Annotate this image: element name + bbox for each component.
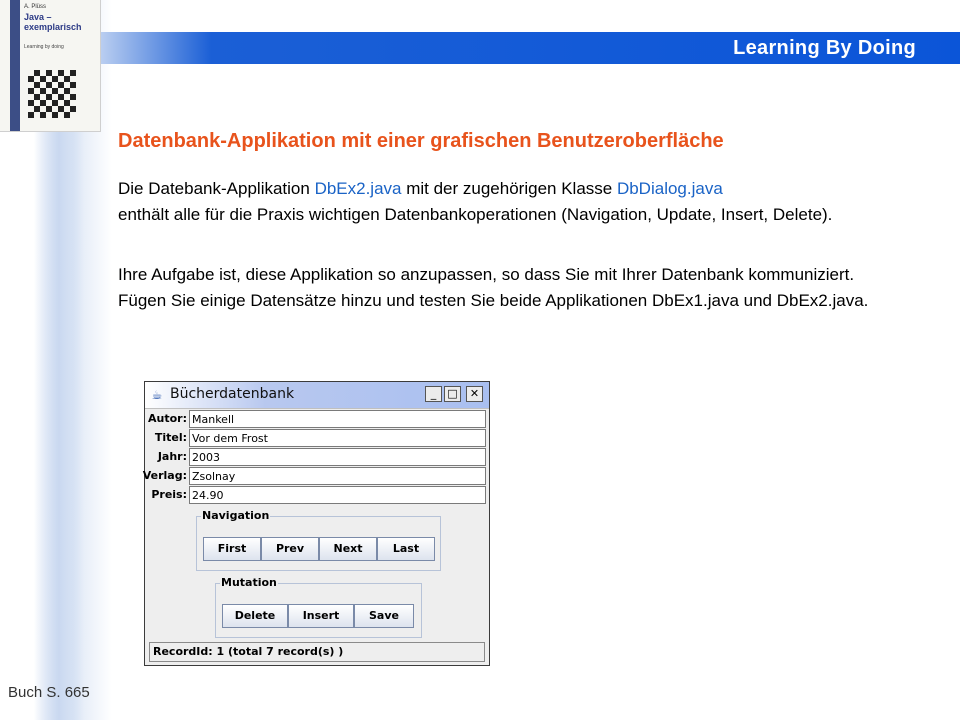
link-dbdialog[interactable]: DbDialog.java <box>617 179 723 198</box>
paragraph-task: Ihre Aufgabe ist, diese Applikation so a… <box>118 265 869 310</box>
status-bar: RecordId: 1 (total 7 record(s) ) <box>149 642 485 662</box>
form-row-verlag: Verlag: Zsolnay <box>143 467 491 485</box>
prev-button[interactable]: Prev <box>261 537 319 561</box>
mutation-group: Mutation Delete Insert Save <box>215 576 422 638</box>
form-row-titel: Titel: Vor dem Frost <box>145 429 491 447</box>
book-title-line1: Java – <box>24 12 52 22</box>
book-subtitle: Learning by doing <box>24 44 64 50</box>
form-row-autor: Autor: Mankell <box>145 410 491 428</box>
field-input-autor[interactable]: Mankell <box>189 410 486 428</box>
chessboard-illustration <box>28 70 76 118</box>
paragraph-intro: Die Datebank-Applikation DbEx2.java mit … <box>118 176 898 228</box>
field-input-jahr[interactable]: 2003 <box>189 448 486 466</box>
book-spine <box>10 0 20 131</box>
slide-title: Datenbank-Applikation mit einer grafisch… <box>118 130 724 152</box>
intro-text-3: enthält alle für die Praxis wichtigen Da… <box>118 205 833 224</box>
window-title: Bücherdatenbank <box>170 386 295 402</box>
insert-button[interactable]: Insert <box>288 604 354 628</box>
intro-text-1: Die Datebank-Applikation <box>118 179 315 198</box>
navigation-group-label: Navigation <box>201 509 271 522</box>
maximize-button[interactable]: □ <box>444 386 461 402</box>
window-titlebar[interactable]: ☕ Bücherdatenbank _ □ ✕ <box>145 382 489 409</box>
field-label-autor: Autor: <box>148 412 187 425</box>
intro-text-2: mit der zugehörigen Klasse <box>401 179 617 198</box>
save-button[interactable]: Save <box>354 604 414 628</box>
close-button[interactable]: ✕ <box>466 386 483 402</box>
navigation-group: Navigation First Prev Next Last <box>196 509 441 571</box>
java-cup-icon: ☕ <box>151 388 163 402</box>
book-author: A. Plüss <box>24 4 47 10</box>
app-window: ☕ Bücherdatenbank _ □ ✕ Autor: Mankell T… <box>143 381 491 666</box>
form-row-preis: Preis: 24.90 <box>145 486 491 504</box>
last-button[interactable]: Last <box>377 537 435 561</box>
header-title: Learning By Doing <box>733 37 916 59</box>
mutation-group-label: Mutation <box>220 576 278 589</box>
book-title: Java – exemplarisch <box>24 12 94 32</box>
next-button[interactable]: Next <box>319 537 377 561</box>
field-input-titel[interactable]: Vor dem Frost <box>189 429 486 447</box>
link-dbex2[interactable]: DbEx2.java <box>315 179 402 198</box>
field-label-preis: Preis: <box>151 488 187 501</box>
field-input-preis[interactable]: 24.90 <box>189 486 486 504</box>
delete-button[interactable]: Delete <box>222 604 288 628</box>
first-button[interactable]: First <box>203 537 261 561</box>
book-cover-image: A. Plüss Java – exemplarisch Learning by… <box>0 0 101 132</box>
field-label-titel: Titel: <box>154 431 187 444</box>
footer-book-reference: Buch S. 665 <box>8 684 90 701</box>
book-title-line2: exemplarisch <box>24 22 82 32</box>
field-label-jahr: Jahr: <box>157 450 187 463</box>
field-input-verlag[interactable]: Zsolnay <box>189 467 486 485</box>
form-row-jahr: Jahr: 2003 <box>145 448 491 466</box>
field-label-verlag: Verlag: <box>142 469 187 482</box>
minimize-button[interactable]: _ <box>425 386 442 402</box>
